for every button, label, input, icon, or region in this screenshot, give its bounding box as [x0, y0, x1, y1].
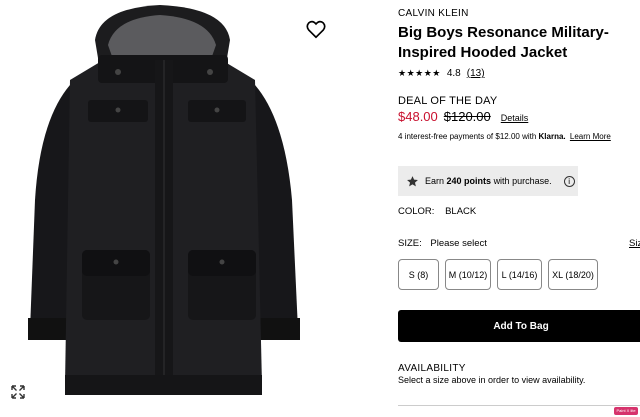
deal-label: DEAL OF THE DAY	[398, 95, 498, 107]
brand-name[interactable]: CALVIN KLEIN	[398, 8, 469, 19]
size-option-l[interactable]: L (14/16)	[497, 259, 542, 290]
product-title: Big Boys Resonance Military-Inspired Hoo…	[398, 24, 609, 61]
learn-more-link[interactable]: Learn More	[570, 132, 611, 141]
klarna-logo: Klarna.	[538, 132, 566, 141]
availability-heading: AVAILABILITY	[398, 363, 466, 374]
price-row: $48.00 $120.00 Details	[398, 109, 528, 124]
size-guide-link[interactable]: Siz	[629, 238, 640, 249]
product-image[interactable]	[0, 0, 380, 417]
add-to-bag-button[interactable]: Add To Bag	[398, 310, 640, 342]
rating-value: 4.8	[446, 68, 461, 79]
size-options: S (8) M (10/12) L (14/16) XL (18/20)	[398, 259, 598, 290]
review-count-link[interactable]: (13)	[467, 68, 485, 79]
product-image-pane	[0, 0, 380, 417]
rewards-suffix-text: with purchase.	[493, 176, 552, 186]
size-value: Please select	[430, 238, 487, 249]
size-option-xl[interactable]: XL (18/20)	[548, 259, 598, 290]
section-divider	[398, 405, 640, 406]
size-option-m[interactable]: M (10/12)	[445, 259, 491, 290]
price-details-link[interactable]: Details	[501, 113, 529, 123]
rewards-points-value: 240 points	[446, 176, 492, 186]
size-label: SIZE:	[398, 238, 422, 249]
overlay-badge: Paint X lite	[614, 407, 638, 415]
rewards-earn-text: Earn	[425, 176, 445, 186]
size-selector-header: SIZE: Please select	[398, 238, 487, 249]
product-rating[interactable]: ★★★★★ 4.8 (13)	[398, 68, 485, 79]
availability-text: Select a size above in order to view ava…	[398, 375, 586, 385]
color-label: COLOR:	[398, 206, 435, 217]
product-info-panel: CALVIN KLEIN Big Boys Resonance Military…	[398, 0, 640, 417]
color-value: BLACK	[445, 206, 477, 217]
rating-stars: ★★★★★	[398, 68, 441, 78]
star-icon	[407, 175, 418, 186]
heart-icon[interactable]	[305, 18, 327, 40]
rewards-points-banner: Earn 240 points with purchase. i	[398, 166, 578, 196]
color-selector: COLOR: BLACK	[398, 206, 476, 217]
installment-text: 4 interest-free payments of $12.00 with	[398, 132, 537, 141]
installment-info: 4 interest-free payments of $12.00 with …	[398, 132, 611, 141]
info-icon[interactable]: i	[563, 175, 575, 187]
original-price: $120.00	[443, 109, 491, 124]
expand-icon[interactable]	[10, 384, 26, 400]
sale-price: $48.00	[398, 109, 438, 124]
size-option-s[interactable]: S (8)	[398, 259, 439, 290]
